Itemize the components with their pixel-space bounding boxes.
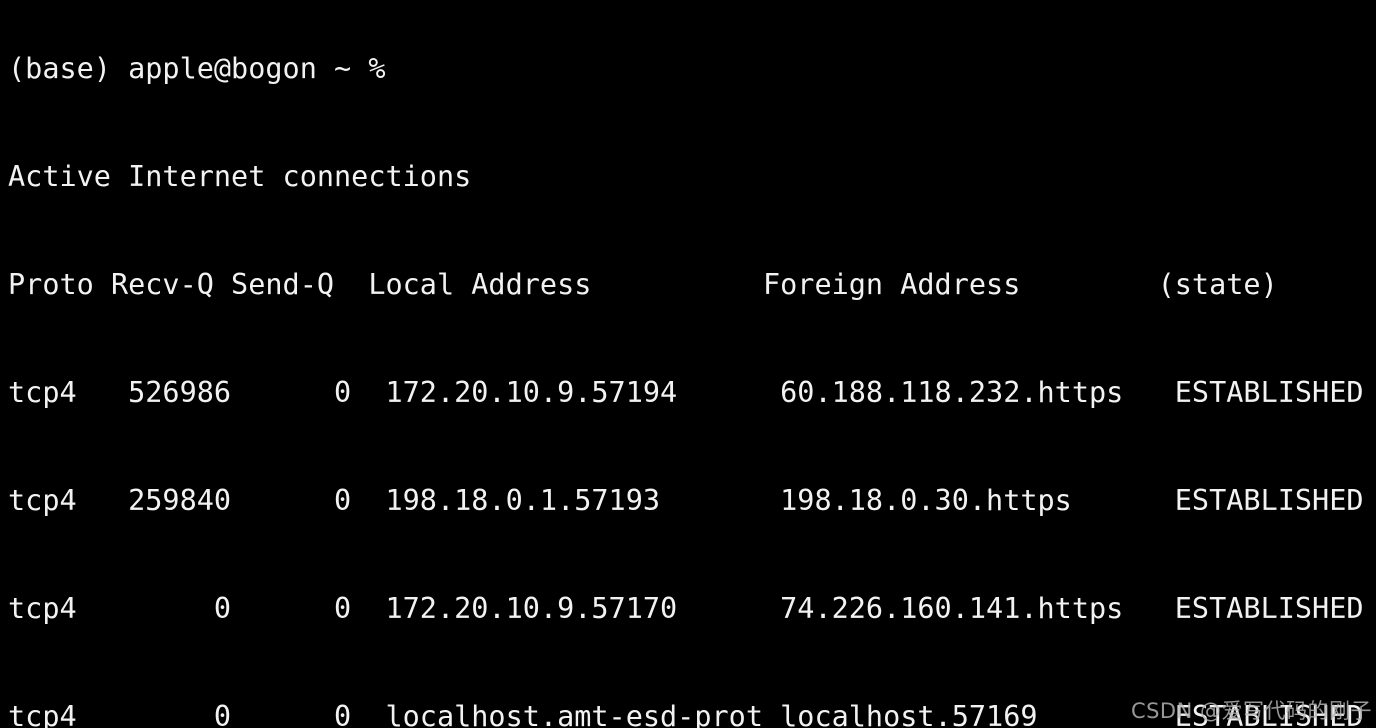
terminal-output: (base) apple@bogon ~ % Active Internet c… bbox=[8, 0, 1364, 728]
terminal-window[interactable]: (base) apple@bogon ~ % Active Internet c… bbox=[0, 0, 1376, 728]
table-row: tcp4 0 0 172.20.10.9.57170 74.226.160.14… bbox=[8, 592, 1364, 625]
prompt-line-clipped: (base) apple@bogon ~ % bbox=[8, 52, 386, 85]
table-row: tcp4 259840 0 198.18.0.1.57193 198.18.0.… bbox=[8, 484, 1364, 517]
table-row: tcp4 526986 0 172.20.10.9.57194 60.188.1… bbox=[8, 376, 1364, 409]
table-header-row: Proto Recv-Q Send-Q Local Address Foreig… bbox=[8, 268, 1278, 301]
table-row: tcp4 0 0 localhost.amt-esd-prot localhos… bbox=[8, 700, 1364, 728]
netstat-banner: Active Internet connections bbox=[8, 160, 472, 193]
